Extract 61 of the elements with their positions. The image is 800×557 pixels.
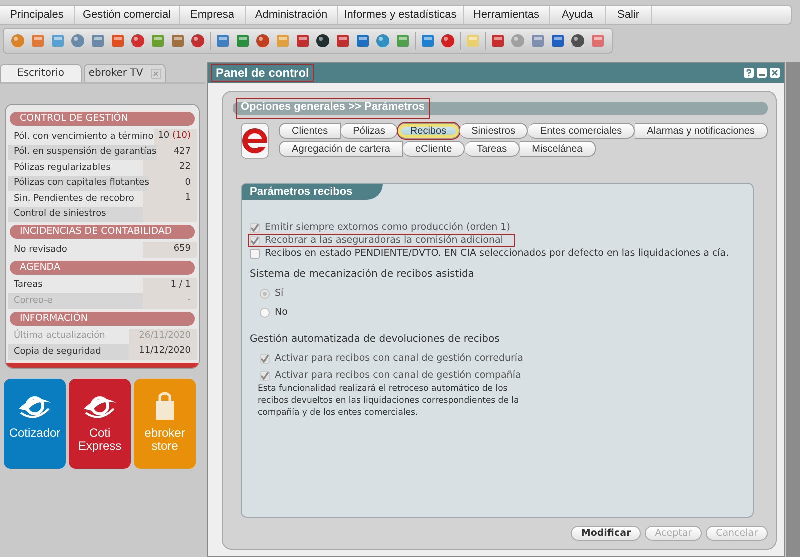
- checkbox-label: Recobrar a las aseguradoras la comisión adicional: [265, 235, 504, 246]
- row-label: Pólizas regularizables: [13, 162, 112, 173]
- row-value: 1: [143, 191, 197, 206]
- row-value: 659: [143, 242, 197, 258]
- section-header: INFORMACIÓN: [10, 312, 195, 326]
- menu-item[interactable]: Administración: [246, 6, 338, 24]
- row-label: No revisado: [13, 244, 68, 255]
- row-label: Pól. en suspensión de garantías: [13, 147, 157, 158]
- row-label: Pól. con vencimiento a término: [13, 132, 154, 142]
- section-heading: Gestión automatizada de devoluciones de recibos: [250, 334, 501, 345]
- menu-item[interactable]: Informes y estadísticas: [338, 6, 464, 24]
- section-header: INCIDENCIAS DE CONTABILIDAD: [10, 225, 195, 239]
- app-tile[interactable]: Cotizador: [4, 378, 66, 468]
- settings-tab[interactable]: eCliente: [403, 141, 466, 157]
- app-tile[interactable]: Coti Express: [69, 378, 131, 468]
- row-label: Última actualización: [13, 331, 106, 342]
- row-label: Control de siniestros: [13, 209, 108, 220]
- row-value: 10 (10): [154, 129, 197, 144]
- section-header: CONTROL DE GESTIÓN: [10, 112, 195, 126]
- row-value: 11/12/2020: [129, 344, 197, 360]
- settings-tab[interactable]: Siniestros: [460, 123, 528, 139]
- row-label: Pólizas con capitales flotantes: [13, 178, 150, 188]
- info-note: Esta funcionalidad realizará el retroceso automático de los recibos devueltos en las liquidaciones correspondientes de la compañía y de los entes comerciales.: [258, 383, 520, 419]
- settings-tab[interactable]: Agregación de cartera: [279, 141, 404, 157]
- settings-tab[interactable]: Clientes: [279, 123, 342, 139]
- settings-tab[interactable]: Recibos: [398, 123, 460, 139]
- row-label: Correo-e: [13, 296, 54, 306]
- section-header: AGENDA: [10, 260, 195, 274]
- settings-tab[interactable]: Tareas: [465, 141, 520, 157]
- row-label: Tareas: [13, 280, 44, 290]
- checkbox-label: Activar para recibos con canal de gestión correduría: [275, 353, 524, 364]
- menu-item[interactable]: Principales: [0, 6, 75, 24]
- radio-label: No: [275, 307, 288, 318]
- checkbox-label: Activar para recibos con canal de gestión compañía: [275, 370, 522, 381]
- row-value: -: [143, 293, 197, 308]
- window-title: Panel de control: [212, 65, 314, 81]
- menu-item[interactable]: Ayuda: [550, 6, 606, 24]
- checkbox-label: Emitir siempre extornos como producción (orden 1): [265, 222, 510, 233]
- row-label: Copia de seguridad: [13, 346, 102, 357]
- checkbox-label: Recibos en estado PENDIENTE/DVTO. EN CIA seleccionados por defecto en las liquidaciones a cía.: [265, 248, 730, 259]
- row-value: 1 / 1: [143, 278, 197, 293]
- menu-item[interactable]: Herramientas: [464, 6, 550, 24]
- row-value: 427: [156, 144, 197, 160]
- menu-item[interactable]: Empresa: [180, 6, 246, 24]
- settings-tab[interactable]: Entes comerciales: [528, 123, 636, 139]
- desk-tab[interactable]: Escritorio: [0, 64, 82, 82]
- section-heading: Sistema de mecanización de recibos asistida: [250, 269, 476, 280]
- panel-title: Parámetros recibos: [242, 184, 383, 200]
- settings-tab[interactable]: Pólizas: [341, 123, 398, 139]
- settings-tab[interactable]: Miscelánea: [520, 141, 596, 157]
- desk-tab[interactable]: ebroker TV: [84, 64, 166, 82]
- radio-label: Sí: [275, 288, 284, 299]
- row-value: 0: [149, 176, 197, 191]
- menu-item[interactable]: Gestión comercial: [75, 6, 180, 24]
- row-value: 26/11/2020: [129, 328, 197, 344]
- row-label: Sin. Pendientes de recobro: [13, 194, 136, 204]
- action-button[interactable]: Modificar: [571, 526, 642, 541]
- settings-tab[interactable]: Alarmas y notificaciones: [635, 123, 768, 139]
- menu-item[interactable]: Salir: [606, 6, 652, 24]
- breadcrumb: Opciones generales >> Parámetros: [237, 99, 430, 118]
- row-value: 22: [143, 160, 197, 176]
